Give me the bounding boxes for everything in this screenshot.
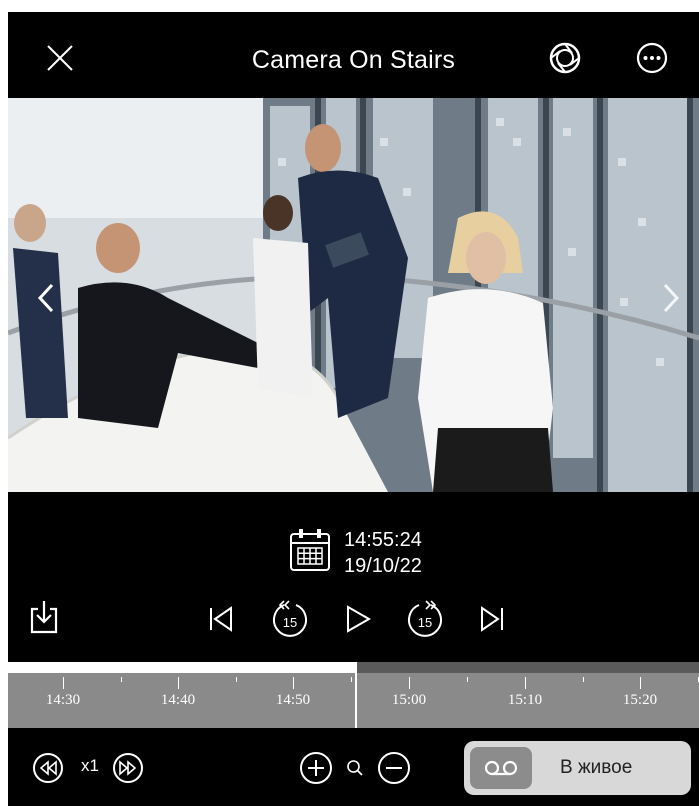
timeline-major-tick (409, 677, 410, 689)
svg-text:15: 15 (418, 615, 432, 630)
download-button[interactable] (26, 597, 62, 637)
previous-camera-button[interactable] (28, 278, 64, 318)
calendar-icon (290, 529, 330, 571)
skip-to-end-icon (481, 606, 503, 632)
voicemail-icon (484, 760, 518, 776)
timeline-major-tick (63, 677, 64, 689)
current-date: 19/10/22 (344, 555, 422, 577)
timeline-minor-tick (236, 677, 237, 682)
svg-text:15: 15 (283, 615, 297, 630)
timeline-minor-tick (351, 677, 352, 682)
rewind-circle-icon (33, 753, 63, 783)
go-live-label: В живое (560, 757, 633, 778)
page-title: Camera On Stairs (251, 46, 456, 74)
timeline-label: 15:10 (507, 692, 543, 708)
timeline-minor-tick (583, 677, 584, 682)
timeline-label: 14:50 (275, 692, 311, 708)
camera-lens-button[interactable] (545, 38, 585, 78)
zoom-in-icon (300, 752, 332, 784)
bottom-toolbar: x1 В живое (8, 728, 699, 806)
timeline-major-tick (178, 677, 179, 689)
more-options-button[interactable] (632, 38, 672, 78)
date-time-display: 14:55:24 19/10/22 (288, 527, 422, 579)
timeline-major-tick (293, 677, 294, 689)
skip-to-start-button[interactable] (206, 604, 236, 634)
timeline-remaining (356, 662, 699, 673)
timeline-label: 15:00 (391, 692, 427, 708)
live-icon-box (470, 747, 532, 789)
playback-speed: x1 (81, 756, 99, 775)
next-camera-button[interactable] (653, 278, 689, 318)
video-frame[interactable] (8, 98, 699, 492)
rewind-15-button[interactable]: 15 (270, 597, 310, 641)
timeline-scrubber[interactable]: 14:30 14:40 14:50 15:00 15:10 15:20 (8, 662, 699, 728)
skip-to-end-button[interactable] (477, 604, 507, 634)
faster-button[interactable] (110, 750, 146, 786)
forward-15-button[interactable]: 15 (405, 597, 445, 641)
go-live-button[interactable]: В живое (464, 741, 691, 795)
download-icon (30, 601, 58, 634)
slower-button[interactable] (30, 750, 66, 786)
timeline-playhead[interactable] (355, 662, 357, 728)
header-bar: Camera On Stairs (8, 12, 699, 98)
rewind-15-icon: 15 (273, 600, 307, 637)
video-scene-image (8, 98, 699, 492)
camera-lens-icon (549, 42, 581, 74)
current-time: 14:55:24 (344, 529, 422, 551)
camera-player-screen: Camera On Stairs 14:55:24 19/10/22 15 15… (8, 12, 699, 806)
search-button[interactable] (345, 758, 365, 778)
more-icon (636, 42, 668, 74)
zoom-out-button[interactable] (375, 749, 413, 787)
chevron-left-icon (37, 283, 54, 313)
timeline-label: 14:40 (160, 692, 196, 708)
zoom-out-icon (378, 752, 410, 784)
timeline-progress (8, 662, 356, 673)
timeline-major-tick (525, 677, 526, 689)
zoom-in-button[interactable] (297, 749, 335, 787)
calendar-button[interactable] (288, 527, 332, 573)
play-button[interactable] (343, 604, 373, 634)
search-icon (347, 760, 363, 776)
timeline-label: 14:30 (45, 692, 81, 708)
timeline-major-tick (640, 677, 641, 689)
chevron-right-icon (663, 283, 680, 313)
skip-to-start-icon (210, 606, 232, 632)
play-icon (347, 605, 371, 633)
timeline-minor-tick (467, 677, 468, 682)
timeline-label: 15:20 (622, 692, 658, 708)
timeline-minor-tick (121, 677, 122, 682)
fast-forward-circle-icon (113, 753, 143, 783)
forward-15-icon: 15 (408, 600, 442, 637)
